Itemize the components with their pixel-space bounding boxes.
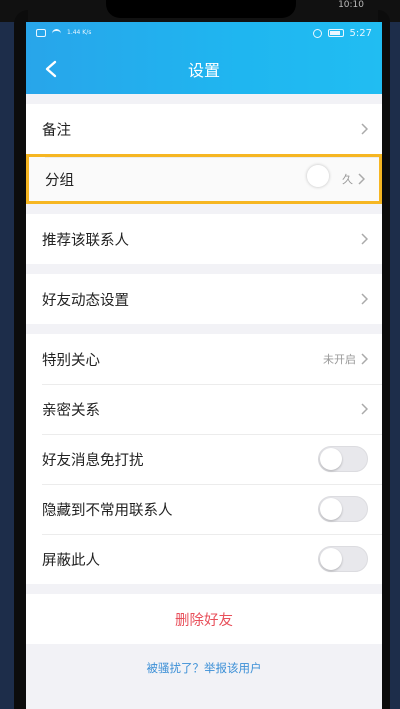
settings-group: 推荐该联系人 [26, 214, 382, 264]
settings-group: 特别关心 未开启亲密关系好友消息免打扰隐藏到不常用联系人 屏蔽此人 [26, 334, 382, 584]
settings-row[interactable]: 备注 [26, 104, 382, 154]
settings-row-right [360, 120, 369, 139]
settings-row-right [360, 290, 369, 309]
report-user-link[interactable]: 被骚扰了？举报该用户 [26, 660, 382, 676]
settings-row-right [318, 496, 368, 522]
settings-row-label: 特别关心 [42, 352, 100, 369]
settings-row-label: 分组 [45, 172, 74, 189]
settings-row[interactable]: 好友动态设置 [26, 274, 382, 324]
settings-row-right [360, 400, 369, 419]
settings-row[interactable]: 好友消息免打扰 [26, 434, 382, 484]
group-gap [26, 204, 382, 214]
touch-indicator [307, 165, 329, 187]
group-gap [26, 324, 382, 334]
toggle-knob [320, 448, 342, 470]
settings-row[interactable]: 分组 久 [26, 154, 382, 204]
mute-icon [312, 28, 322, 38]
screen: 1.44 K/s 5:27 设置 备注分组 久推荐该联系人 好友动态设置 特别关心 未开… [26, 22, 382, 709]
settings-row[interactable]: 特别关心 未开启 [26, 334, 382, 384]
device-notch [106, 0, 296, 18]
wifi-icon [52, 29, 61, 37]
settings-row-right [360, 230, 369, 249]
delete-friend-button[interactable]: 删除好友 [26, 594, 382, 644]
status-bar: 1.44 K/s 5:27 [26, 22, 382, 44]
toggle-switch[interactable] [318, 496, 368, 522]
settings-row[interactable]: 隐藏到不常用联系人 [26, 484, 382, 534]
settings-row-value: 久 [342, 173, 353, 186]
settings-row-label: 屏蔽此人 [42, 552, 100, 569]
device-top-bar: 10:10 [0, 0, 400, 22]
nav-bar: 设置 [26, 44, 382, 94]
toggle-knob [320, 548, 342, 570]
settings-row-label: 推荐该联系人 [42, 232, 129, 249]
battery-icon [327, 29, 344, 37]
settings-list: 备注分组 久推荐该联系人 好友动态设置 特别关心 未开启亲密关系好友消息免打扰隐藏到不常… [26, 94, 382, 584]
settings-row-label: 好友消息免打扰 [42, 452, 144, 469]
chevron-right-icon [357, 170, 366, 189]
toggle-switch[interactable] [318, 446, 368, 472]
back-button[interactable] [36, 54, 66, 84]
sim-icon [36, 29, 46, 37]
chevron-right-icon [360, 290, 369, 309]
settings-group: 好友动态设置 [26, 274, 382, 324]
settings-row[interactable]: 屏蔽此人 [26, 534, 382, 584]
settings-row-right: 久 [342, 170, 366, 189]
back-arrow-icon [45, 60, 57, 78]
settings-row[interactable]: 推荐该联系人 [26, 214, 382, 264]
settings-row-right [318, 446, 368, 472]
settings-row-label: 好友动态设置 [42, 292, 129, 309]
settings-row-right [318, 546, 368, 572]
device-clock: 10:10 [338, 0, 364, 10]
chevron-right-icon [360, 230, 369, 249]
status-time: 5:27 [349, 27, 372, 39]
settings-row-value: 未开启 [323, 353, 356, 366]
app-bar: 1.44 K/s 5:27 设置 [26, 22, 382, 94]
settings-row[interactable]: 亲密关系 [26, 384, 382, 434]
settings-row-label: 亲密关系 [42, 402, 100, 419]
chevron-right-icon [360, 400, 369, 419]
chevron-right-icon [360, 120, 369, 139]
settings-group: 备注分组 久 [26, 104, 382, 204]
group-gap [26, 94, 382, 104]
page-title: 设置 [187, 61, 220, 80]
net-speed: 1.44 K/s [67, 29, 92, 36]
group-gap [26, 264, 382, 274]
settings-row-label: 隐藏到不常用联系人 [42, 502, 173, 519]
toggle-switch[interactable] [318, 546, 368, 572]
settings-row-right: 未开启 [323, 350, 369, 369]
toggle-knob [320, 498, 342, 520]
settings-row-label: 备注 [42, 122, 71, 139]
chevron-right-icon [360, 350, 369, 369]
